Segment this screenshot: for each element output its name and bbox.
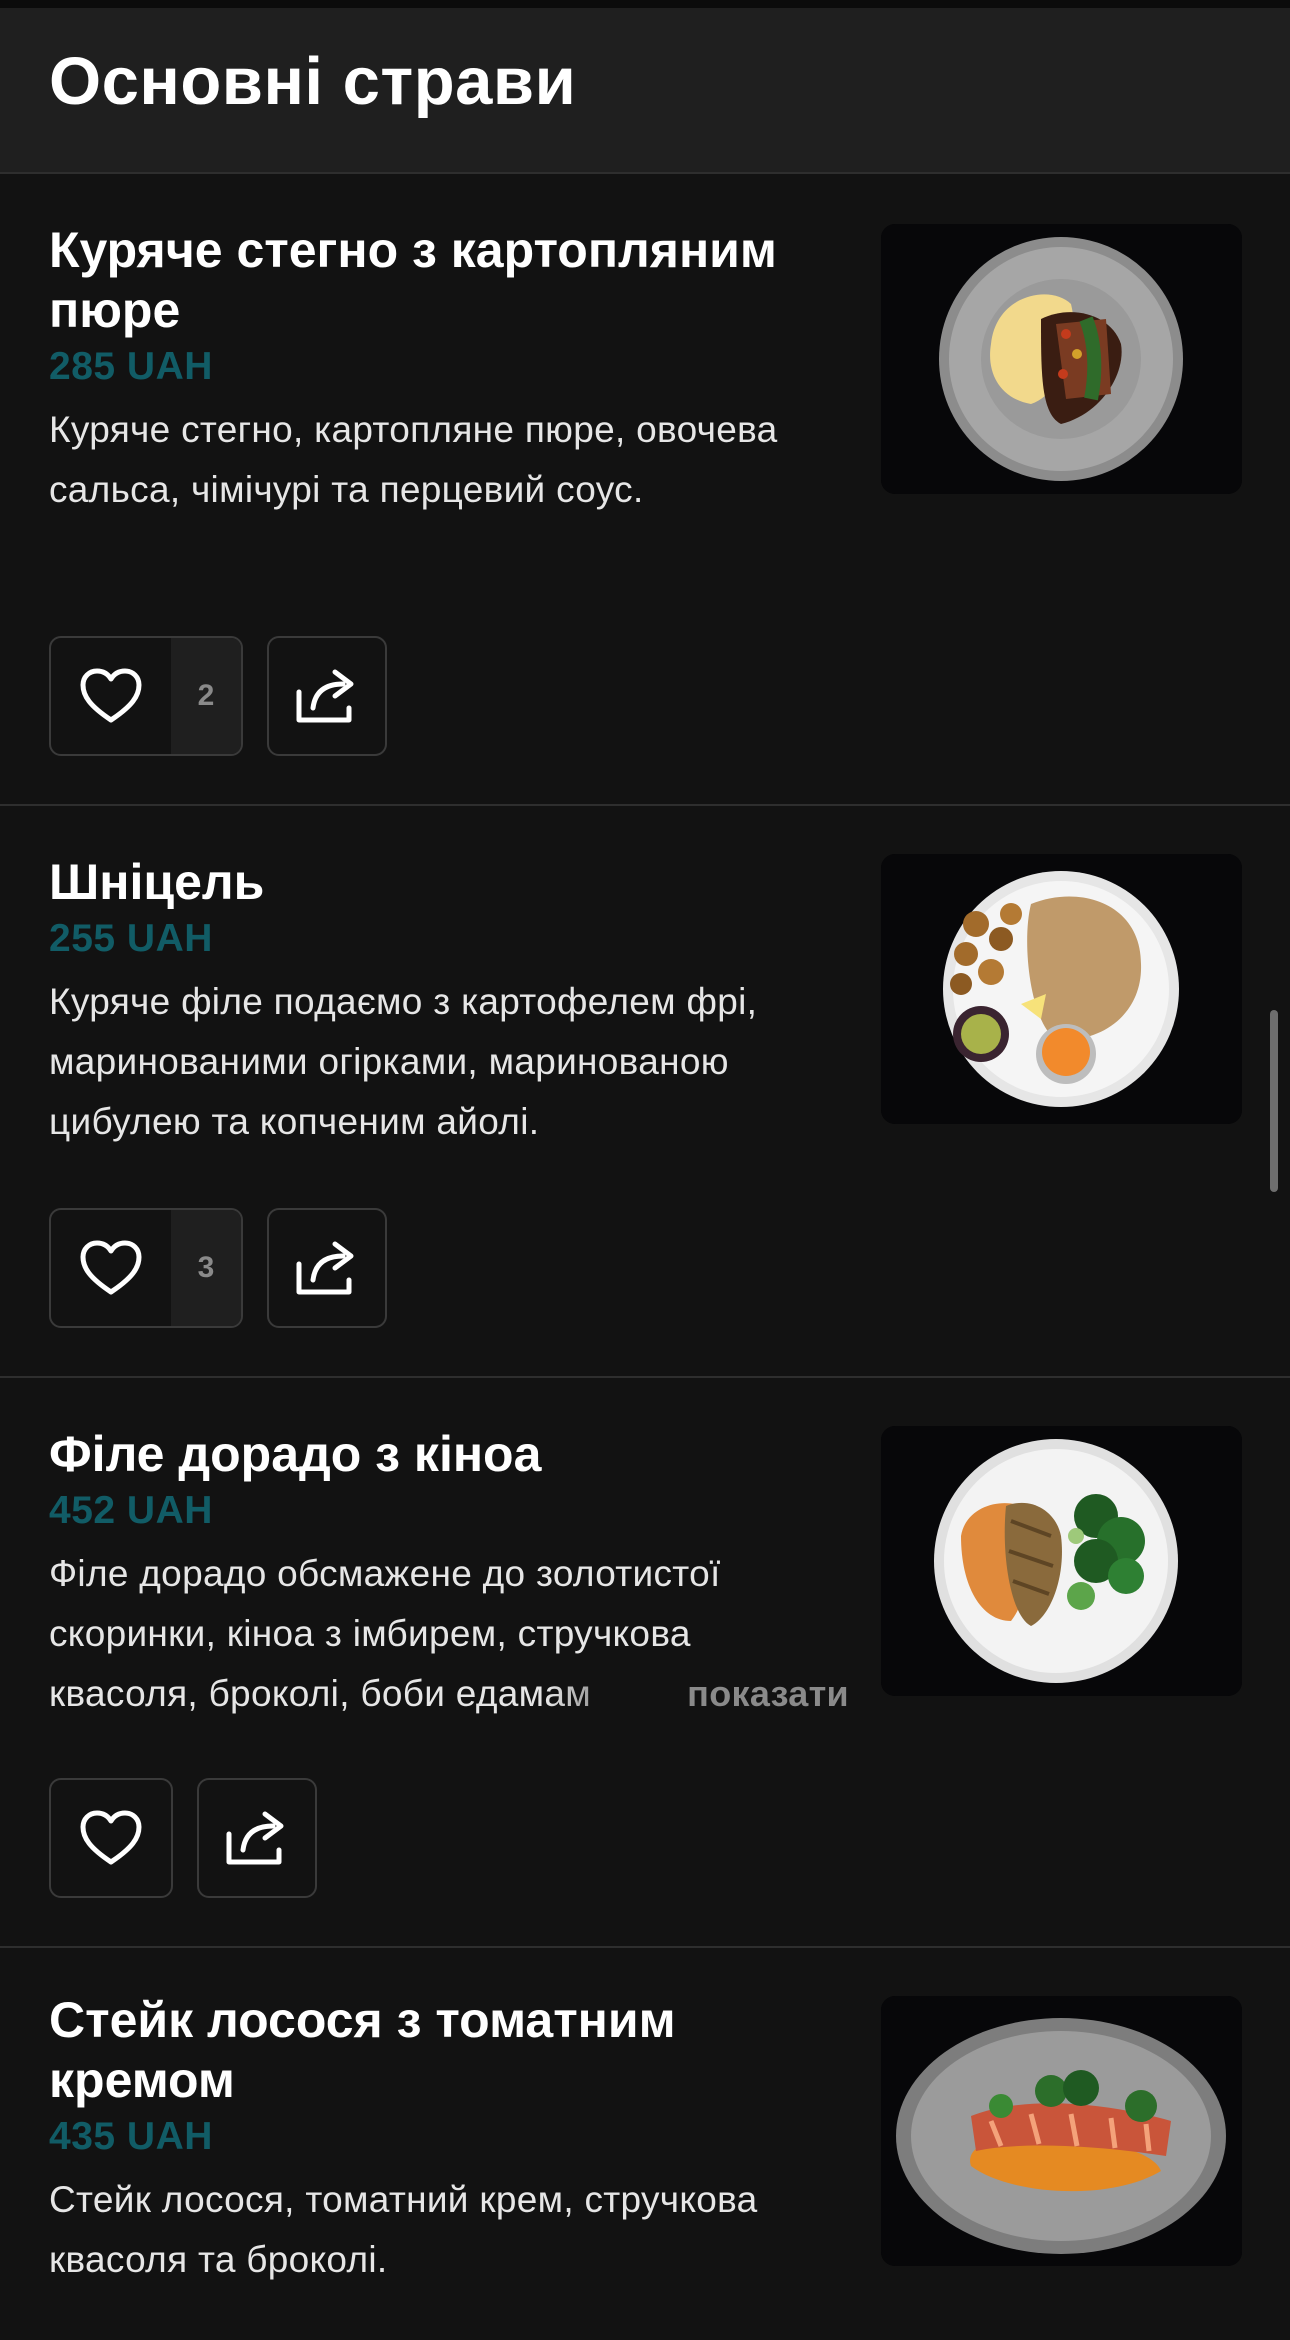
menu-item[interactable]: Куряче стегно з картопляним пюре 285 UAH… xyxy=(0,174,1290,806)
show-more-link[interactable]: показати xyxy=(547,1664,849,1724)
like-button[interactable]: 2 xyxy=(49,636,243,756)
dish-photo[interactable] xyxy=(881,1426,1242,1696)
menu-item[interactable]: Філе дорадо з кіноа 452 UAH Філе дорадо … xyxy=(0,1378,1290,1948)
item-title: Шніцель xyxy=(49,854,265,910)
dish-photo-illustration xyxy=(881,1996,1242,2266)
section-title: Основні страви xyxy=(49,44,577,119)
item-description: Куряче стегно, картопляне пюре, овочева … xyxy=(49,409,778,510)
heart-icon[interactable] xyxy=(51,1780,171,1896)
share-button[interactable] xyxy=(197,1778,317,1898)
like-count: 2 xyxy=(171,638,241,754)
like-button[interactable] xyxy=(49,1778,173,1898)
item-description: Куряче філе подаємо з картофелем фрі, ма… xyxy=(49,981,758,1142)
like-count: 3 xyxy=(171,1210,241,1326)
dish-photo-illustration xyxy=(881,854,1242,1124)
dish-photo-illustration xyxy=(881,224,1242,494)
share-icon xyxy=(295,1236,359,1301)
item-description: Стейк лосося, томатний крем, стручкова к… xyxy=(49,2179,758,2280)
item-title: Філе дорадо з кіноа xyxy=(49,1426,542,1482)
share-button[interactable] xyxy=(267,1208,387,1328)
menu-item[interactable]: Шніцель 255 UAH Куряче філе подаємо з ка… xyxy=(0,806,1290,1378)
share-icon xyxy=(225,1806,289,1871)
like-button[interactable]: 3 xyxy=(49,1208,243,1328)
item-title: Стейк лосося з томатним кремом xyxy=(49,1992,676,2108)
item-description-block: Філе дорадо обсмажене до золотистої скор… xyxy=(49,1544,849,1724)
scrollbar[interactable] xyxy=(1270,1010,1278,1192)
dish-photo[interactable] xyxy=(881,1996,1242,2266)
item-price: 435 UAH xyxy=(49,2115,213,2158)
share-button[interactable] xyxy=(267,636,387,756)
dish-photo-illustration xyxy=(881,1426,1242,1696)
item-price: 255 UAH xyxy=(49,917,213,960)
dish-photo[interactable] xyxy=(881,854,1242,1124)
status-strip xyxy=(0,0,1290,8)
share-icon xyxy=(295,664,359,729)
item-title: Куряче стегно з картопляним пюре xyxy=(49,222,777,338)
menu-item[interactable]: Стейк лосося з томатним кремом 435 UAH С… xyxy=(0,1948,1290,2340)
dish-photo[interactable] xyxy=(881,224,1242,494)
item-price: 285 UAH xyxy=(49,345,213,388)
heart-icon[interactable] xyxy=(51,1210,171,1326)
item-price: 452 UAH xyxy=(49,1489,213,1532)
section-header: Основні страви xyxy=(0,8,1290,174)
heart-icon[interactable] xyxy=(51,638,171,754)
